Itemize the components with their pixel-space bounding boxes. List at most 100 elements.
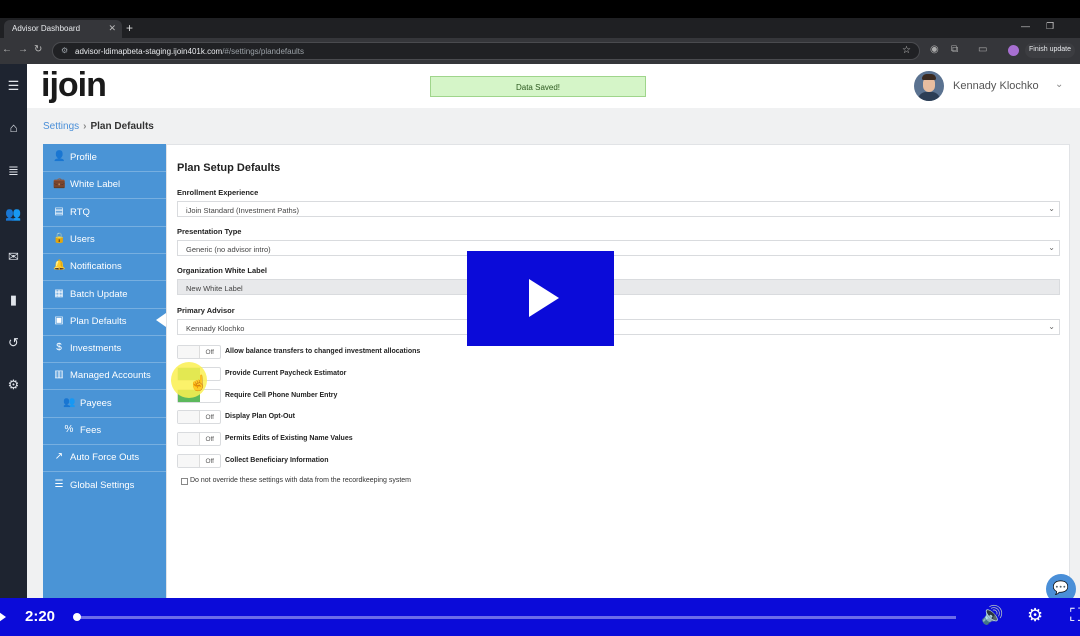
sidebar-item-profile[interactable]: 👤 Profile xyxy=(43,144,166,171)
chevron-down-icon[interactable]: ⌄ xyxy=(1055,79,1063,90)
puzzle-icon[interactable]: ⧉ xyxy=(951,44,958,55)
breadcrumb-settings-link[interactable]: Settings xyxy=(43,121,79,132)
video-time: 2:20 xyxy=(25,608,56,625)
chat-icon[interactable]: 💬 xyxy=(1046,574,1076,598)
external-link-icon: ↗ xyxy=(54,451,64,463)
volume-icon[interactable]: 🔊 xyxy=(981,605,1003,626)
users-icon: 👥 xyxy=(63,396,76,408)
user-name[interactable]: Kennady Klochko xyxy=(953,80,1039,92)
tab-close-icon[interactable]: ✕ xyxy=(108,23,116,34)
sidebar-item-payees[interactable]: 👥 Payees xyxy=(43,390,166,417)
grid-icon: ▦ xyxy=(54,287,64,299)
sidebar-item-investments[interactable]: $ Investments xyxy=(43,335,166,362)
toggle-off-text: Off xyxy=(205,436,214,444)
finish-update-button[interactable]: Finish update xyxy=(1025,43,1075,58)
toggle-label: Provide Current Paycheck Estimator xyxy=(225,369,347,377)
extension-icon[interactable]: ◉ xyxy=(930,44,939,55)
browser-toolbar: ← → ↻ ⚙ advisor-ldimapbeta-staging.ijoin… xyxy=(0,38,1080,64)
sidebar-item-white-label[interactable]: 💼 White Label xyxy=(43,171,166,198)
sidebar-item-label: Investments xyxy=(70,343,122,355)
address-bar[interactable]: ⚙ advisor-ldimapbeta-staging.ijoin401k.c… xyxy=(52,42,920,60)
settings-gear-icon[interactable]: ⚙ xyxy=(0,377,27,393)
enrollment-value: iJoin Standard (Investment Paths) xyxy=(186,206,299,215)
toggle-switch[interactable]: Off xyxy=(177,345,221,359)
sidebar-item-managed-accounts[interactable]: ▥ Managed Accounts xyxy=(43,362,166,389)
sidebar-item-label: Global Settings xyxy=(70,479,135,491)
toggle-switch[interactable]: Off xyxy=(177,410,221,425)
chart-icon[interactable]: ▮ xyxy=(0,292,27,308)
toggle-label: Permits Edits of Existing Name Values xyxy=(225,435,353,443)
sidebar-item-label: Payees xyxy=(80,397,112,409)
presentation-select[interactable]: Generic (no advisor intro) ⌄ xyxy=(177,240,1060,256)
white-label-value: New White Label xyxy=(186,284,243,293)
play-icon[interactable] xyxy=(0,610,6,624)
advisor-label: Primary Advisor xyxy=(177,306,235,315)
sidebar-item-plan-defaults[interactable]: ▣ Plan Defaults xyxy=(43,308,166,335)
sidebar-item-batch-update[interactable]: ▦ Batch Update xyxy=(43,281,166,308)
toggle-off-text: Off xyxy=(205,349,214,356)
sidebar-item-label: White Label xyxy=(70,179,121,191)
sidebar-item-rtq[interactable]: ▤ RTQ xyxy=(43,199,166,226)
history-icon[interactable]: ↺ xyxy=(0,335,27,351)
ijoin-logo[interactable]: ijoin xyxy=(41,66,107,105)
sidebar-item-label: Plan Defaults xyxy=(70,315,127,327)
menu-icon[interactable]: ☰ xyxy=(0,78,27,94)
toggle-off-text: Off xyxy=(205,414,214,422)
settings-icon[interactable]: ⚙ xyxy=(1027,605,1043,626)
video-frame: Advisor Dashboard ✕ + — ❐ ← → ↻ ⚙ adviso… xyxy=(0,0,1080,636)
url-path: /#/settings/plandefaults xyxy=(222,47,305,56)
sidebar-item-label: RTQ xyxy=(70,206,90,218)
toggle-knob xyxy=(178,346,200,358)
toggle-knob xyxy=(178,455,200,467)
browser-profile-avatar[interactable] xyxy=(1008,45,1019,56)
fullscreen-icon[interactable]: ⛶ xyxy=(1070,605,1080,626)
back-icon[interactable]: ← xyxy=(2,44,12,55)
video-play-button[interactable] xyxy=(467,251,614,346)
advisor-value: Kennady Klochko xyxy=(186,324,245,333)
bell-icon: 🔔 xyxy=(53,260,66,272)
sidebar-item-global-settings[interactable]: ☰ Global Settings xyxy=(43,472,166,499)
app-header: ijoin Data Saved! Kennady Klochko ⌄ xyxy=(27,64,1080,108)
bar-chart-icon: ▥ xyxy=(54,369,64,381)
toggle-label: Allow balance transfers to changed inves… xyxy=(225,348,421,355)
user-avatar[interactable] xyxy=(914,71,944,101)
white-label-field: New White Label xyxy=(177,279,1060,295)
sidebar-panel-icon[interactable]: ▭ xyxy=(978,44,987,55)
toggle-switch[interactable]: Off xyxy=(177,454,221,468)
bookmark-star-icon[interactable]: ☆ xyxy=(902,45,911,56)
sidebar-item-label: Users xyxy=(70,233,95,245)
data-saved-toast: Data Saved! xyxy=(430,76,646,97)
toggle-off-text: Off xyxy=(205,458,214,465)
toggle-knob xyxy=(178,411,200,424)
dollar-icon: $ xyxy=(56,342,62,354)
home-icon[interactable]: ⌂ xyxy=(0,120,27,135)
sidebar-item-label: Fees xyxy=(80,425,102,436)
sidebar-item-fees[interactable]: % Fees xyxy=(43,417,166,444)
forward-icon[interactable]: → xyxy=(18,44,28,55)
mail-icon[interactable]: ✉ xyxy=(0,249,27,265)
video-progress-bar[interactable] xyxy=(72,613,956,621)
advisor-select[interactable]: Kennady Klochko ⌄ xyxy=(177,319,1060,335)
list-icon[interactable]: ≣ xyxy=(0,163,27,179)
minimize-icon[interactable]: — xyxy=(1021,21,1030,31)
sidebar-item-users[interactable]: 🔒 Users xyxy=(43,226,166,253)
site-info-icon[interactable]: ⚙ xyxy=(61,46,68,55)
sidebar-item-auto-force-outs[interactable]: ↗ Auto Force Outs xyxy=(43,444,166,471)
new-tab-icon[interactable]: + xyxy=(126,21,133,35)
override-checkbox-label: Do not override these settings with data… xyxy=(190,477,411,484)
video-progress-thumb[interactable] xyxy=(72,613,81,621)
toggle-switch[interactable]: Off xyxy=(177,432,221,447)
enrollment-label: Enrollment Experience xyxy=(177,188,259,197)
browser-tab[interactable]: Advisor Dashboard ✕ xyxy=(4,20,122,38)
chevron-down-icon: ⌄ xyxy=(1048,322,1055,331)
file-icon: ▣ xyxy=(54,314,64,326)
reload-icon[interactable]: ↻ xyxy=(34,44,42,55)
users-icon[interactable]: 👥 xyxy=(0,206,27,222)
sidebar-item-notifications[interactable]: 🔔 Notifications xyxy=(43,253,166,280)
maximize-icon[interactable]: ❐ xyxy=(1046,21,1054,32)
chevron-down-icon: ⌄ xyxy=(1048,204,1055,213)
chevron-down-icon: ⌄ xyxy=(1048,243,1055,252)
enrollment-select[interactable]: iJoin Standard (Investment Paths) ⌄ xyxy=(177,201,1060,217)
sidebar-item-label: Batch Update xyxy=(70,288,128,300)
override-checkbox[interactable] xyxy=(181,478,188,485)
